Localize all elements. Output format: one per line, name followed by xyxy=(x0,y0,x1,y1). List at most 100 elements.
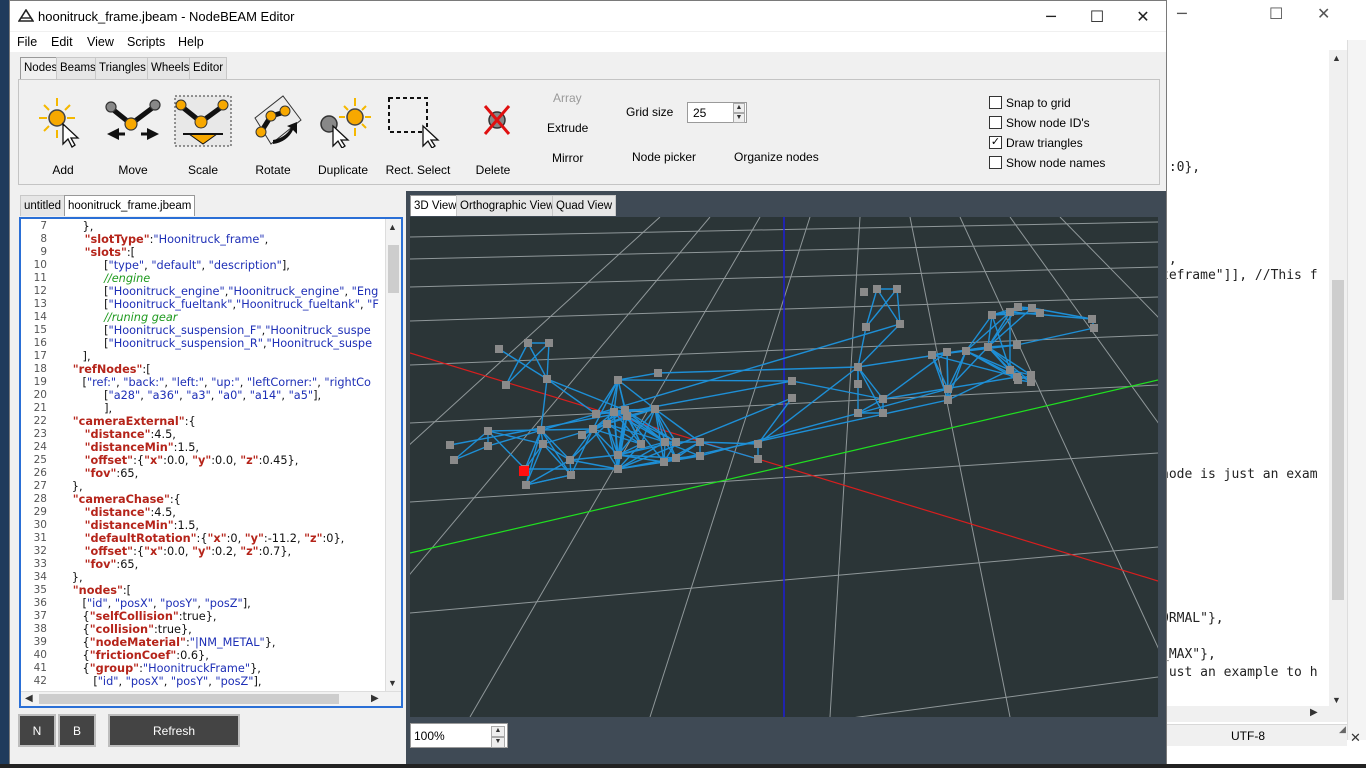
organize-nodes-button[interactable]: Organize nodes xyxy=(734,150,819,164)
node-marker[interactable] xyxy=(661,438,669,446)
close-button[interactable]: ✕ xyxy=(1120,1,1166,31)
node-marker[interactable] xyxy=(984,343,992,351)
move-tool[interactable]: Move xyxy=(98,90,168,182)
zoom-down-icon[interactable]: ▼ xyxy=(491,737,505,748)
node-marker[interactable] xyxy=(860,288,868,296)
editor-hscroll-thumb[interactable] xyxy=(39,694,339,704)
draw-triangles-box[interactable]: ✓ xyxy=(989,136,1002,149)
node-marker[interactable] xyxy=(928,351,936,359)
node-marker[interactable] xyxy=(1006,366,1014,374)
node-marker[interactable] xyxy=(1036,309,1044,317)
node-marker[interactable] xyxy=(988,311,996,319)
tab-untitled[interactable]: untitled xyxy=(20,195,66,216)
title-bar[interactable]: hoonitruck_frame.jbeam - NodeBEAM Editor… xyxy=(10,1,1166,31)
background-editor-window[interactable]: ─ ☐ ✕ ":0},],teframe"]], //This f node is… xyxy=(1166,0,1366,768)
tab-quad-view[interactable]: Quad View xyxy=(552,195,617,216)
node-marker[interactable] xyxy=(1014,376,1022,384)
menu-help[interactable]: Help xyxy=(178,35,204,49)
tab-3d-view[interactable]: 3D View xyxy=(410,195,461,216)
node-marker[interactable] xyxy=(589,425,597,433)
node-marker[interactable] xyxy=(566,456,574,464)
code-editor[interactable]: 7 }, 8 "slotType":"Hoonitruck_frame", 9 "s… xyxy=(19,217,403,708)
node-marker[interactable] xyxy=(524,339,532,347)
node-picker-button[interactable]: Node picker xyxy=(632,150,696,164)
node-marker[interactable] xyxy=(862,323,870,331)
node-marker[interactable] xyxy=(537,426,545,434)
node-marker[interactable] xyxy=(545,339,553,347)
node-marker[interactable] xyxy=(962,347,970,355)
node-marker[interactable] xyxy=(879,409,887,417)
tab-orthographic-view[interactable]: Orthographic View xyxy=(456,195,559,216)
node-marker[interactable] xyxy=(754,440,762,448)
node-marker[interactable] xyxy=(788,394,796,402)
node-marker[interactable] xyxy=(522,481,530,489)
menu-view[interactable]: View xyxy=(87,35,114,49)
tab-beams[interactable]: Beams xyxy=(56,57,100,79)
selected-node-marker[interactable] xyxy=(519,466,529,476)
node-marker[interactable] xyxy=(567,471,575,479)
node-marker[interactable] xyxy=(1014,303,1022,311)
rotate-tool[interactable]: Rotate xyxy=(238,90,308,182)
3d-viewport[interactable] xyxy=(410,217,1158,717)
node-marker[interactable] xyxy=(944,396,952,404)
node-marker[interactable] xyxy=(873,285,881,293)
array-button[interactable]: Array xyxy=(553,91,582,105)
node-marker[interactable] xyxy=(854,380,862,388)
node-marker[interactable] xyxy=(696,452,704,460)
n-button[interactable]: N xyxy=(18,714,56,747)
bg-scroll-right-icon[interactable]: ▶ xyxy=(1310,707,1318,718)
editor-scroll-left-icon[interactable]: ◀ xyxy=(25,693,33,704)
node-marker[interactable] xyxy=(896,320,904,328)
node-marker[interactable] xyxy=(495,345,503,353)
scale-tool[interactable]: Scale xyxy=(168,90,238,182)
bg-close-icon[interactable]: ✕ xyxy=(1317,4,1330,23)
delete-tool[interactable]: Delete xyxy=(458,90,528,182)
tab-hoonitruck-frame[interactable]: hoonitruck_frame.jbeam xyxy=(64,195,196,216)
node-marker[interactable] xyxy=(1090,324,1098,332)
node-marker[interactable] xyxy=(944,385,952,393)
node-marker[interactable] xyxy=(614,451,622,459)
background-code-area[interactable]: ":0},],teframe"]], //This f node is just … xyxy=(1167,50,1327,706)
node-marker[interactable] xyxy=(788,377,796,385)
editor-scroll-right-icon[interactable]: ▶ xyxy=(371,693,379,704)
node-marker[interactable] xyxy=(1028,304,1036,312)
node-marker[interactable] xyxy=(446,441,454,449)
code-text[interactable]: 7 }, 8 "slotType":"Hoonitruck_frame", 9 "s… xyxy=(21,220,385,690)
node-marker[interactable] xyxy=(1027,371,1035,379)
editor-scroll-down-icon[interactable]: ▼ xyxy=(388,678,397,688)
node-marker[interactable] xyxy=(654,369,662,377)
tab-editor[interactable]: Editor xyxy=(189,57,228,79)
node-marker[interactable] xyxy=(854,409,862,417)
editor-scroll-thumb[interactable] xyxy=(388,245,399,293)
node-marker[interactable] xyxy=(637,440,645,448)
node-marker[interactable] xyxy=(672,438,680,446)
node-marker[interactable] xyxy=(1013,341,1021,349)
refresh-button[interactable]: Refresh xyxy=(108,714,240,747)
add-tool[interactable]: Add xyxy=(28,90,98,182)
node-marker[interactable] xyxy=(943,348,951,356)
node-marker[interactable] xyxy=(672,454,680,462)
node-marker[interactable] xyxy=(1088,315,1096,323)
bg-horizontal-scrollbar[interactable]: ▶ xyxy=(1167,706,1347,722)
show-node-ids-box[interactable] xyxy=(989,116,1002,129)
tab-triangles[interactable]: Triangles xyxy=(95,57,150,79)
b-button[interactable]: B xyxy=(58,714,96,747)
bg-scroll-down-icon[interactable]: ▼ xyxy=(1332,695,1341,705)
node-marker[interactable] xyxy=(879,395,887,403)
node-marker[interactable] xyxy=(854,363,862,371)
node-marker[interactable] xyxy=(592,410,600,418)
grid-size-up-icon[interactable]: ▲ xyxy=(733,103,745,113)
node-marker[interactable] xyxy=(623,412,631,420)
resize-grip-icon[interactable]: ◢ xyxy=(1339,724,1346,735)
editor-scroll-up-icon[interactable]: ▲ xyxy=(388,222,397,232)
node-marker[interactable] xyxy=(484,427,492,435)
zoom-up-icon[interactable]: ▲ xyxy=(491,726,505,737)
node-marker[interactable] xyxy=(696,438,704,446)
node-marker[interactable] xyxy=(754,455,762,463)
node-marker[interactable] xyxy=(893,285,901,293)
node-marker[interactable] xyxy=(450,456,458,464)
node-marker[interactable] xyxy=(484,442,492,450)
bg-scroll-up-icon[interactable]: ▲ xyxy=(1332,53,1341,63)
menu-file[interactable]: File xyxy=(17,35,37,49)
rect-select-tool[interactable]: Rect. Select xyxy=(378,90,458,182)
